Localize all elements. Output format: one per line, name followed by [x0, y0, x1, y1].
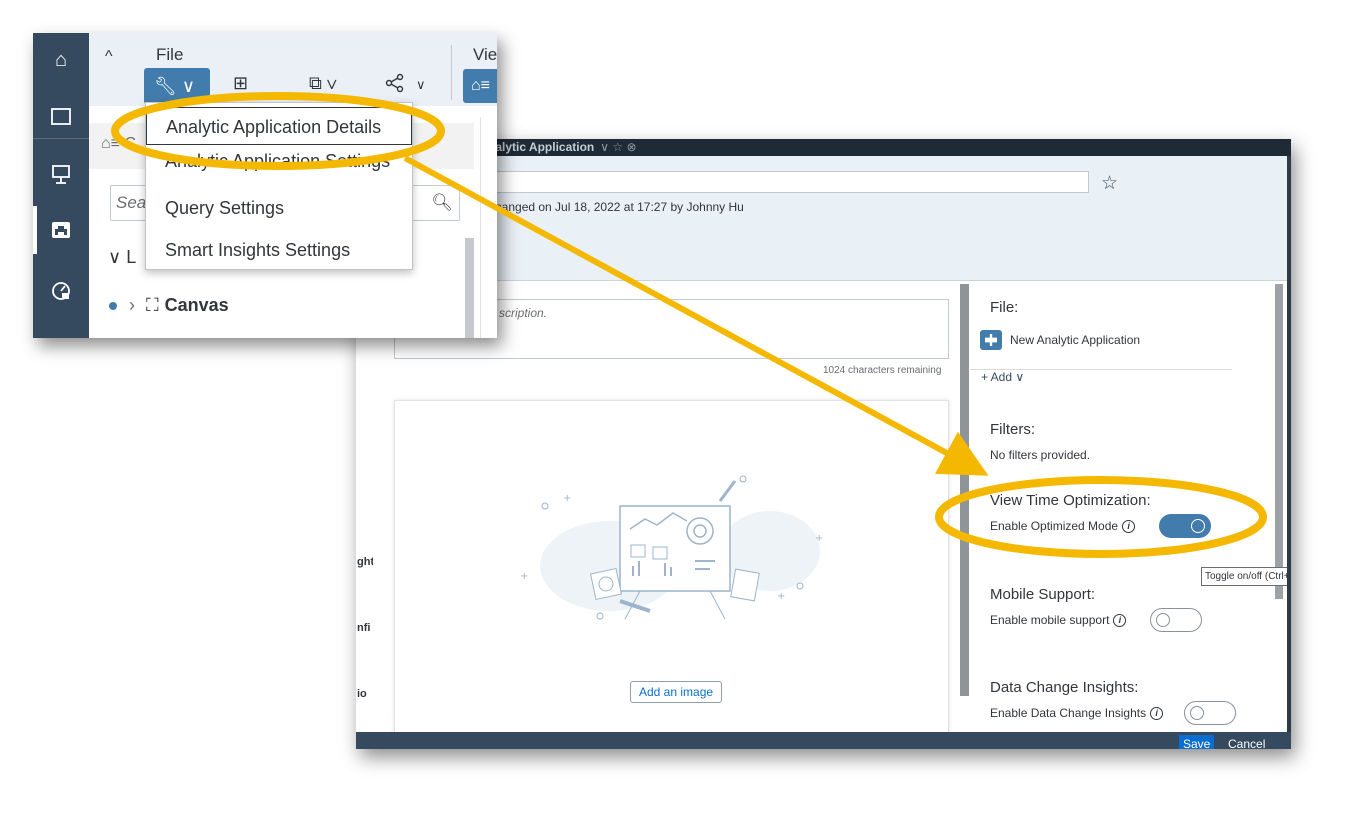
info-icon[interactable]: i: [1113, 614, 1127, 628]
illustration-image: + + + +: [520, 475, 823, 620]
last-changed-text: nanged on Jul 18, 2022 at 17:27 by Johnn…: [495, 200, 744, 214]
file-heading: File:: [990, 299, 1019, 316]
filters-heading: Filters:: [990, 421, 1035, 438]
mobile-support-toggle[interactable]: [1150, 608, 1202, 632]
svg-text:+: +: [563, 493, 571, 504]
canvas-tree-item[interactable]: › ⛶ Canvas: [109, 295, 229, 316]
mobile-label: Enable mobile support: [990, 613, 1110, 627]
add-file-button[interactable]: + Add ∨: [981, 370, 1024, 384]
scrollbar[interactable]: [1275, 284, 1283, 599]
toggle-knob: [1190, 706, 1204, 720]
dialog-panel: ic Application ☆ nanged on Jul 18, 2022 …: [373, 156, 1287, 732]
divider: [33, 138, 89, 139]
toggle-knob: [1156, 613, 1170, 627]
cancel-button[interactable]: Cancel: [1228, 735, 1265, 749]
dci-heading: Data Change Insights:: [990, 679, 1139, 696]
search-icon[interactable]: 🔍︎: [431, 193, 453, 213]
analytic-application-icon: [980, 330, 1002, 350]
data-change-insights-toggle[interactable]: [1184, 701, 1236, 725]
dialog-footer: [356, 732, 1291, 749]
dashboard-icon[interactable]: [50, 279, 72, 301]
analytic-application-icon[interactable]: [50, 219, 72, 241]
scrollbar[interactable]: [465, 238, 474, 338]
left-fragment: nfi: [357, 622, 371, 634]
layout-label: L: [126, 247, 137, 267]
search-placeholder: Sea: [116, 193, 147, 212]
favorite-star-icon[interactable]: ☆: [1101, 172, 1118, 195]
outline-icon: ⌂≡ C: [101, 135, 136, 152]
dci-label: Enable Data Change Insights: [990, 706, 1147, 720]
status-dot: [109, 302, 117, 311]
filters-text: No filters provided.: [990, 448, 1091, 462]
tab-title: nalytic Application: [488, 140, 595, 154]
folder-icon[interactable]: [50, 105, 72, 127]
table-icon[interactable]: ⊞: [233, 73, 248, 94]
shell-bar: ⌂: [33, 33, 89, 338]
menu-item-app-settings[interactable]: Analytic Application Settings: [146, 146, 412, 184]
copy-icon[interactable]: ⧉ ∨: [309, 73, 337, 94]
view-outline-button[interactable]: ⌂≡: [463, 69, 497, 103]
svg-text:+: +: [520, 571, 528, 582]
active-indicator: [33, 206, 37, 254]
svg-text:+: +: [815, 533, 823, 544]
left-fragment: io: [357, 688, 367, 700]
collapse-ribbon-icon[interactable]: ^: [105, 48, 113, 66]
toggle-tooltip: Toggle on/off (Ctrl+O: [1201, 567, 1287, 586]
file-dropdown-menu: Analytic Application Details Analytic Ap…: [145, 102, 413, 270]
save-button[interactable]: Save: [1179, 735, 1215, 749]
chevron-down-icon: ∨: [108, 247, 122, 267]
chevron-right-icon[interactable]: ›: [129, 295, 135, 315]
svg-text:+: +: [777, 591, 785, 602]
menu-item-app-details[interactable]: Analytic Application Details: [146, 107, 412, 145]
dialog-header: ic Application ☆ nanged on Jul 18, 2022 …: [373, 156, 1287, 281]
tab-title-icons: ∨ ☆ ⊗: [600, 140, 637, 154]
info-icon[interactable]: i: [1122, 520, 1136, 534]
add-image-button[interactable]: Add an image: [630, 681, 723, 703]
left-fragment: ght: [357, 556, 375, 568]
canvas-label: Canvas: [164, 295, 229, 315]
home-icon[interactable]: ⌂: [50, 49, 72, 71]
chars-remaining: 1024 characters remaining: [823, 365, 942, 376]
menu-item-query-settings[interactable]: Query Settings: [146, 189, 412, 227]
file-name[interactable]: New Analytic Application: [1010, 333, 1140, 347]
file-group-label: File: [156, 45, 184, 64]
vto-heading: View Time Optimization:: [990, 492, 1151, 509]
canvas-icon: ⛶: [146, 295, 159, 315]
vto-label: Enable Optimized Mode: [990, 519, 1119, 533]
optimized-mode-toggle[interactable]: [1159, 514, 1211, 538]
presentation-icon[interactable]: [50, 163, 72, 185]
divider: [451, 45, 452, 100]
layout-section[interactable]: ∨ L: [108, 247, 136, 268]
image-card: + + + + Add an image: [394, 400, 949, 732]
properties-panel: File: New Analytic Application + Add ∨ F…: [970, 281, 1275, 732]
description-placeholder: scription.: [499, 306, 548, 320]
edit-tools-button[interactable]: 🔧︎ ∨: [144, 68, 210, 104]
view-group-label: Vie: [473, 45, 497, 64]
toolbar-screenshot: ⌂ ^ File 🔧︎ ∨ ⊞ ⧉ ∨ ∨ Vie ⌂≡ ⌂≡ C Sea 🔍︎…: [33, 33, 497, 338]
wrench-icon: 🔧︎ ∨: [154, 76, 196, 96]
toggle-knob: [1191, 519, 1205, 533]
share-icon[interactable]: [385, 73, 405, 98]
splitter-bar[interactable]: [960, 284, 969, 696]
menu-item-smart-insights[interactable]: Smart Insights Settings: [146, 231, 412, 269]
info-icon[interactable]: i: [1150, 707, 1164, 721]
right-column: [480, 117, 497, 338]
outline-icon: ⌂≡: [471, 77, 490, 94]
mobile-heading: Mobile Support:: [990, 586, 1096, 603]
stage: nalytic Application ∨ ☆ ⊗ ght nfi io ic A…: [0, 0, 1356, 814]
chevron-down-icon[interactable]: ∨: [416, 77, 426, 93]
